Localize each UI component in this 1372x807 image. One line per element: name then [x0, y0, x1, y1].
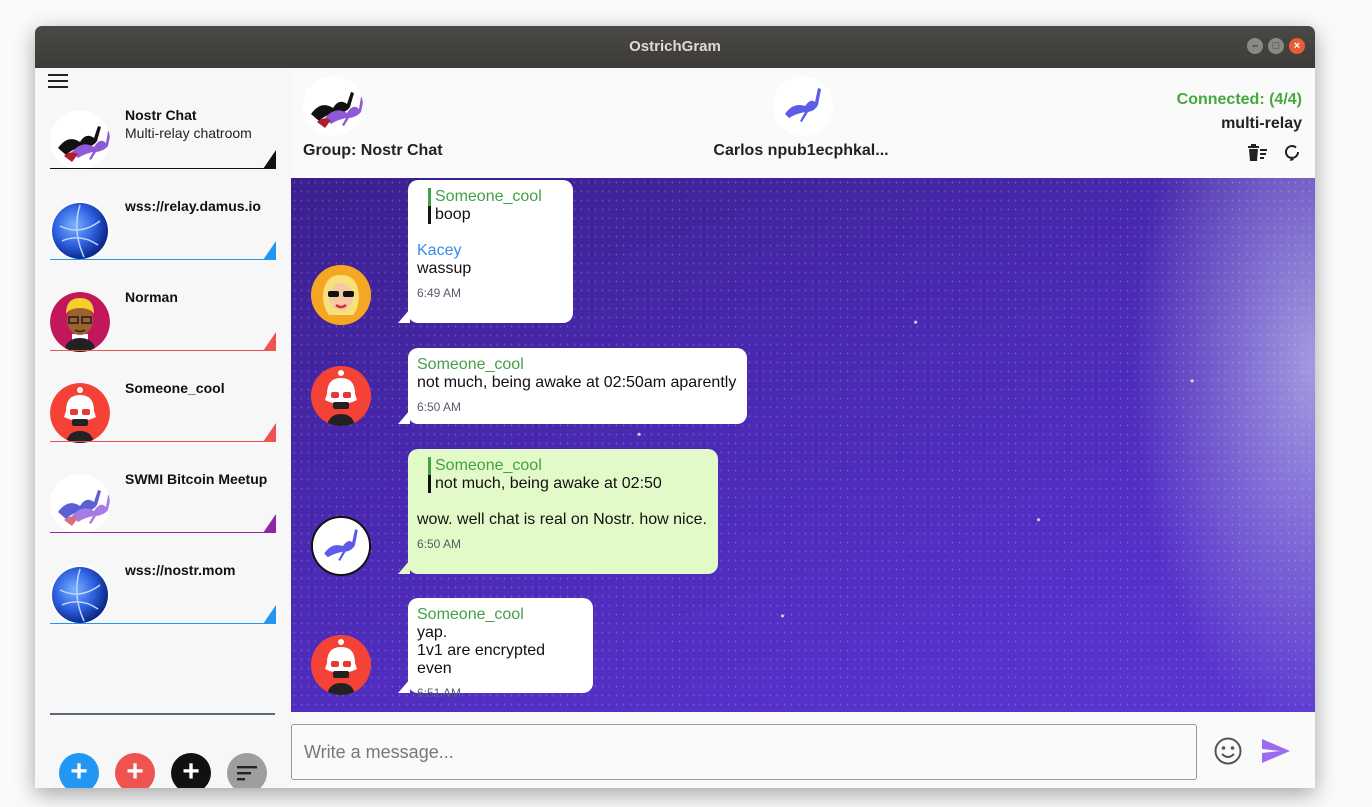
sidebar-actions: + + +: [59, 753, 267, 788]
message-time: 6:51 AM: [417, 686, 462, 700]
message-input[interactable]: [291, 724, 1197, 780]
message-bubble[interactable]: Someone_cool not much, being awake at 02…: [398, 348, 747, 424]
connection-status: Connected: (4/4): [1176, 91, 1302, 108]
chat-item-divider: [50, 259, 276, 260]
robot-avatar: [311, 635, 371, 695]
own-message-bubble[interactable]: Someone_cool not much, being awake at 02…: [398, 449, 718, 574]
quote-sender: Someone_cool: [435, 188, 542, 205]
maximize-button[interactable]: □: [1268, 38, 1284, 54]
reply-quote: Someone_cool not much, being awake at 02…: [428, 457, 709, 493]
blue-globe-avatar: [50, 565, 110, 625]
message-text-line-2: 1v1 are encrypted even: [417, 642, 546, 677]
message-sender: Kacey: [417, 242, 462, 259]
title-bar: OstrichGram – □ ×: [35, 26, 1315, 68]
add-contact-button[interactable]: +: [115, 753, 155, 788]
message-time: 6:50 AM: [417, 537, 462, 551]
chat-item-divider: [50, 623, 276, 624]
composer: [291, 712, 1315, 788]
message-text-line-1: yap.: [417, 624, 448, 641]
message-list[interactable]: Someone_cool boop Kacey wassup 6:49 AM S…: [291, 178, 1315, 712]
chat-item-name: wss://relay.damus.io: [125, 198, 261, 214]
minimize-button[interactable]: –: [1247, 38, 1263, 54]
robot-avatar: [50, 383, 110, 443]
chat-item-corner: [263, 241, 276, 260]
chat-header: Group: Nostr Chat Carlos npub1ecphkal...…: [291, 68, 1315, 178]
quote-text: boop: [428, 206, 564, 224]
add-relay-button[interactable]: +: [59, 753, 99, 788]
chat-item-name: SWMI Bitcoin Meetup: [125, 471, 268, 487]
chat-item-relay-damus[interactable]: wss://relay.damus.io: [50, 193, 276, 284]
chat-item-divider: [50, 532, 276, 533]
chat-item-name: Norman: [125, 289, 178, 305]
chat-item-corner: [263, 423, 276, 442]
app-window: OstrichGram – □ × Nostr Chat Multi-relay…: [35, 26, 1315, 788]
chat-item-corner: [263, 332, 276, 351]
window-title: OstrichGram: [629, 38, 721, 55]
chat-list[interactable]: Nostr Chat Multi-relay chatroom wss://re…: [50, 102, 276, 658]
message-text: wow. well chat is real on Nostr. how nic…: [417, 511, 707, 528]
delete-sweep-icon[interactable]: [1246, 142, 1268, 162]
message-text: not much, being awake at 02:50am aparent…: [417, 374, 737, 391]
sidebar: Nostr Chat Multi-relay chatroom wss://re…: [35, 68, 291, 788]
chat-panel: Group: Nostr Chat Carlos npub1ecphkal...…: [291, 68, 1315, 788]
quote-text: not much, being awake at 02:50: [428, 475, 709, 493]
message-time: 6:49 AM: [417, 286, 462, 300]
chat-item-nostr-chat[interactable]: Nostr Chat Multi-relay chatroom: [50, 102, 276, 193]
emoji-icon[interactable]: [1213, 736, 1243, 766]
chat-item-swmi-bitcoin-meetup[interactable]: SWMI Bitcoin Meetup: [50, 466, 276, 557]
refresh-icon[interactable]: [1282, 142, 1302, 162]
ostrich-group-avatar: [50, 110, 110, 170]
contact-label: Carlos npub1ecphkal...: [713, 142, 889, 159]
own-avatar: [311, 516, 371, 576]
chat-item-corner: [263, 605, 276, 624]
sort-button[interactable]: [227, 753, 267, 788]
message-sender: Someone_cool: [417, 606, 524, 623]
chat-item-norman[interactable]: Norman: [50, 284, 276, 375]
group-label: Group: Nostr Chat: [303, 142, 443, 159]
add-group-button[interactable]: +: [171, 753, 211, 788]
chat-item-corner: [263, 514, 276, 533]
close-button[interactable]: ×: [1289, 38, 1305, 54]
message-bubble[interactable]: Someone_cool boop Kacey wassup 6:49 AM: [398, 180, 573, 323]
message-bubble[interactable]: Someone_cool yap. 1v1 are encrypted even…: [398, 598, 593, 700]
chat-item-name: wss://nostr.mom: [125, 562, 236, 578]
contact-avatar[interactable]: [773, 76, 833, 136]
reply-quote: Someone_cool boop: [428, 188, 564, 224]
list-divider: [50, 713, 275, 715]
menu-icon[interactable]: [48, 74, 68, 88]
chat-item-divider: [50, 350, 276, 351]
message-sender: Someone_cool: [417, 356, 524, 373]
chat-item-name: Nostr Chat: [125, 107, 197, 123]
blue-globe-avatar: [50, 201, 110, 261]
chat-item-divider: [50, 441, 276, 442]
relay-mode: multi-relay: [1221, 115, 1302, 132]
robot-avatar: [311, 366, 371, 426]
chat-item-divider: [50, 168, 276, 169]
chat-item-someone-cool[interactable]: Someone_cool: [50, 375, 276, 466]
quote-sender: Someone_cool: [435, 457, 542, 474]
kacey-avatar: [311, 265, 371, 325]
chat-item-name: Someone_cool: [125, 380, 225, 396]
message-time: 6:50 AM: [417, 400, 462, 414]
send-icon[interactable]: [1260, 737, 1292, 765]
norman-avatar: [50, 292, 110, 352]
chat-item-corner: [263, 150, 276, 169]
group-avatar[interactable]: [303, 76, 363, 136]
sort-icon: [237, 766, 257, 781]
chat-item-subtitle: Multi-relay chatroom: [125, 125, 252, 141]
chat-item-nostr-mom[interactable]: wss://nostr.mom: [50, 557, 276, 648]
message-text: wassup: [417, 260, 472, 277]
ostrich-group-avatar: [50, 474, 110, 534]
